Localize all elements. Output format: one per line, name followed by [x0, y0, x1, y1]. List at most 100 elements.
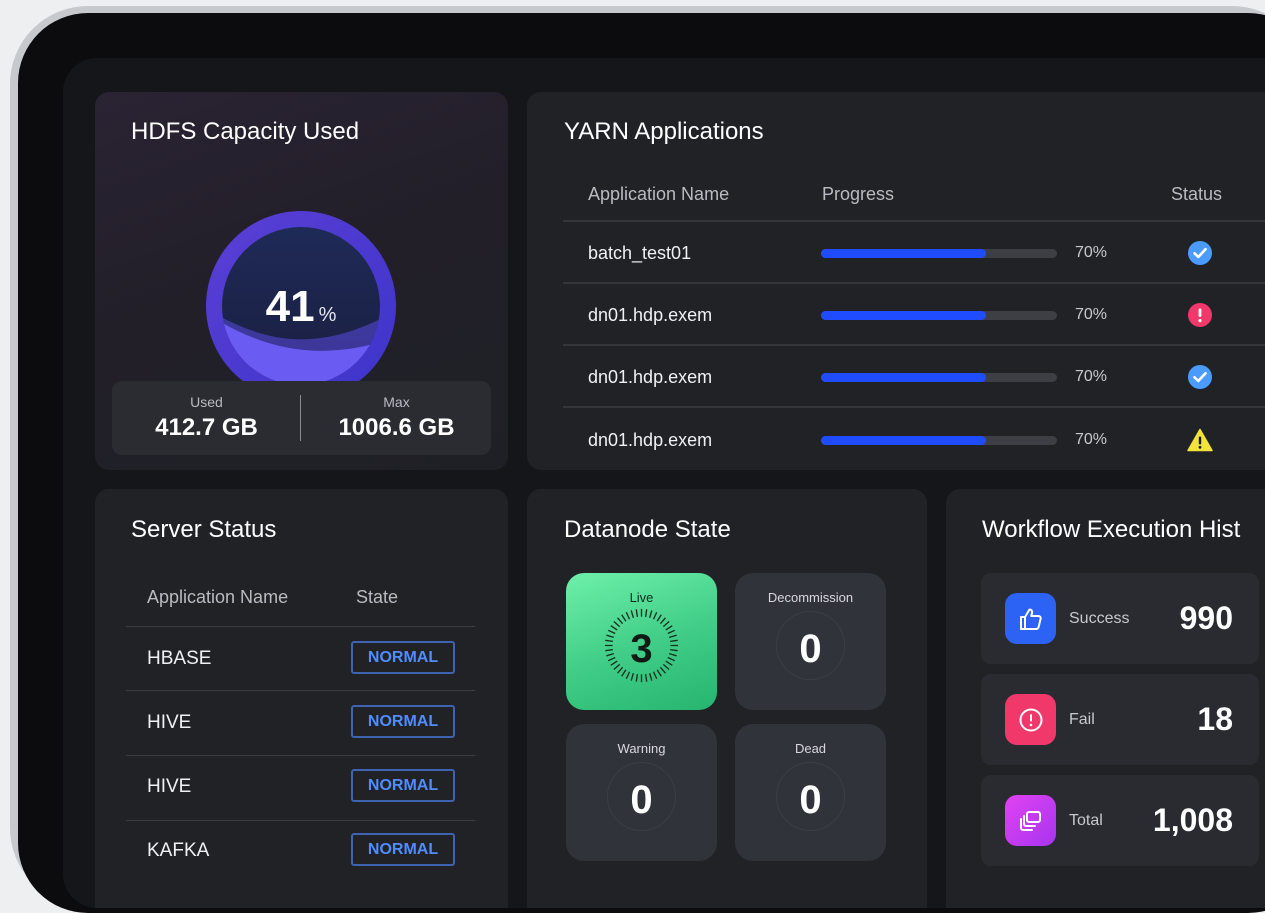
tick-mark	[644, 609, 648, 618]
check-circle-icon	[1188, 365, 1212, 389]
server-app-name: KAFKA	[147, 840, 210, 861]
yarn-app-name: dn01.hdp.exem	[588, 367, 713, 387]
thumbs-up-icon	[1005, 593, 1056, 644]
progress-bar	[821, 311, 1057, 320]
capacity-summary: Used 412.7 GB Max 1006.6 GB	[112, 381, 491, 455]
stack-icon	[1005, 795, 1056, 846]
tick-mark	[656, 614, 662, 622]
yarn-row[interactable]: dn01.hdp.exem 70%	[563, 409, 1265, 470]
server-row[interactable]: HIVE NORMAL	[126, 691, 475, 755]
tick-mark	[648, 673, 653, 681]
live-value: 3	[630, 627, 653, 671]
yarn-applications-card: YARN Applications Application Name Progr…	[527, 92, 1265, 470]
server-status-card: Server Status Application Name State HBA…	[95, 489, 508, 908]
max-label: Max	[383, 394, 410, 410]
progress-bar	[821, 436, 1057, 445]
progress-percent: 70%	[1075, 368, 1108, 385]
tick-mark	[625, 611, 631, 620]
progress-fill	[821, 311, 987, 320]
decommission-tile[interactable]: Decommission 0	[735, 573, 886, 710]
state-badge: NORMAL	[351, 705, 455, 738]
workflow-title: Workflow Execution Hist	[982, 516, 1241, 543]
workflow-history-card: Workflow Execution Hist Success 990 Fail	[946, 489, 1265, 908]
max-stat: Max 1006.6 GB	[302, 381, 491, 455]
yarn-app-name: batch_test01	[588, 243, 692, 263]
state-badge: NORMAL	[351, 769, 455, 802]
capacity-percent-value: 41	[265, 282, 315, 331]
state-badge: NORMAL	[351, 641, 455, 674]
used-stat: Used 412.7 GB	[112, 381, 301, 455]
server-app-name: HIVE	[147, 776, 192, 797]
progress-fill	[821, 373, 987, 382]
progress-percent: 70%	[1075, 244, 1108, 261]
tick-mark	[635, 609, 639, 618]
tick-mark	[644, 673, 648, 682]
server-row[interactable]: KAFKA NORMAL	[126, 819, 475, 883]
server-header-name: Application Name	[147, 587, 289, 607]
server-app-name: HIVE	[147, 712, 192, 733]
workflow-fail-row[interactable]: Fail 18	[981, 674, 1259, 765]
yarn-row[interactable]: batch_test01 70%	[563, 222, 1265, 284]
workflow-total-row[interactable]: Total 1,008	[981, 775, 1259, 866]
capacity-percent-unit: %	[318, 304, 337, 326]
capacity-divider	[300, 395, 301, 441]
hdfs-capacity-card: HDFS Capacity Used 41 % Used 412.7 GB Ma…	[95, 92, 508, 470]
progress-fill	[821, 436, 987, 445]
server-app-name: HBASE	[147, 648, 212, 669]
dashboard-screen: HDFS Capacity Used 41 % Used 412.7 GB Ma…	[63, 58, 1265, 908]
tick-mark	[648, 610, 653, 618]
server-title: Server Status	[131, 516, 277, 543]
progress-bar	[821, 373, 1057, 382]
decommission-value: 0	[799, 627, 822, 671]
hdfs-title: HDFS Capacity Used	[131, 118, 360, 145]
decommission-label: Decommission	[767, 590, 854, 605]
live-tile[interactable]: Live 3	[566, 573, 717, 710]
tick-mark	[617, 617, 624, 625]
progress-fill	[821, 249, 987, 258]
tick-mark	[621, 614, 627, 622]
yarn-row-divider	[563, 406, 1265, 408]
yarn-header-progress: Progress	[822, 184, 895, 204]
yarn-app-name: dn01.hdp.exem	[588, 430, 713, 450]
alert-circle-icon	[1005, 694, 1056, 745]
used-value: 412.7 GB	[155, 414, 258, 441]
used-label: Used	[190, 394, 223, 410]
warning-value: 0	[630, 778, 653, 822]
warning-label: Warning	[617, 741, 666, 756]
total-label: Total	[1069, 812, 1103, 829]
yarn-row[interactable]: dn01.hdp.exem 70%	[563, 346, 1265, 408]
server-header-state: State	[356, 587, 399, 607]
progress-percent: 70%	[1075, 306, 1108, 323]
yarn-row[interactable]: dn01.hdp.exem 70%	[563, 284, 1265, 346]
success-label: Success	[1069, 610, 1130, 627]
tick-mark	[630, 610, 635, 618]
tick-mark	[652, 611, 658, 620]
fail-label: Fail	[1069, 711, 1095, 728]
yarn-title: YARN Applications	[564, 118, 764, 145]
dead-tile[interactable]: Dead 0	[735, 724, 886, 861]
warning-triangle-icon	[1187, 428, 1213, 452]
tick-mark	[630, 673, 635, 681]
yarn-header-name: Application Name	[588, 184, 730, 204]
server-row[interactable]: HIVE NORMAL	[126, 755, 475, 819]
capacity-percent: 41%	[205, 282, 397, 332]
capacity-gauge: 41%	[205, 210, 397, 402]
tick-mark	[659, 617, 666, 625]
fail-value: 18	[1197, 701, 1233, 737]
server-row[interactable]: HBASE NORMAL	[126, 627, 475, 691]
success-value: 990	[1179, 600, 1233, 636]
max-value: 1006.6 GB	[338, 414, 455, 441]
tick-mark	[635, 673, 639, 682]
check-circle-icon	[1188, 241, 1212, 265]
workflow-success-row[interactable]: Success 990	[981, 573, 1259, 664]
yarn-header-status: Status	[1171, 184, 1223, 204]
live-label: Live	[629, 590, 654, 605]
progress-bar	[821, 249, 1057, 258]
warning-tile[interactable]: Warning 0	[566, 724, 717, 861]
state-badge: NORMAL	[351, 833, 455, 866]
dead-label: Dead	[794, 741, 827, 756]
datanode-state-card: Datanode State Live 3 Decommission 0 War…	[527, 489, 927, 908]
dead-value: 0	[799, 778, 822, 822]
total-value: 1,008	[1152, 802, 1233, 838]
datanode-title: Datanode State	[564, 516, 731, 543]
